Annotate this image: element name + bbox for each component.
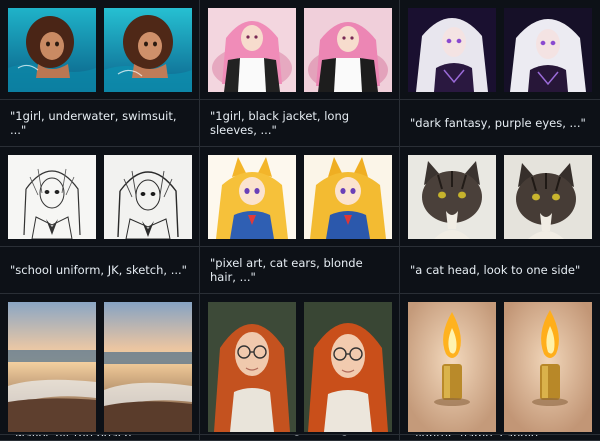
caption: "1girl, underwater, swimsuit, ..." [10,109,177,137]
underwater-girl-result-image[interactable] [104,8,192,92]
image-pair [0,0,200,100]
candle-flame-original-image[interactable] [408,302,496,432]
image-pair [400,0,600,100]
caption: "pixel art, cat ears, blonde hair, ..." [210,256,363,284]
redhead-glasses-original-image[interactable] [208,302,296,432]
caption: "waves hit the beach" [10,435,189,436]
comparison-cell-cat-head: "a cat head, look to one side" [400,147,600,294]
blonde-cat-ear-girl-result-image[interactable] [304,155,392,239]
caption: "a cat head, look to one side" [410,263,581,277]
image-pair [200,147,400,247]
sketch-girl-result-image[interactable] [104,155,192,239]
tabby-cat-original-image[interactable] [408,155,496,239]
pink-hair-girl-result-image[interactable] [304,8,392,92]
sketch-girl-original-image[interactable] [8,155,96,239]
caption: "school uniform, JK, sketch, ..." [10,263,187,277]
white-hair-girl-result-image[interactable] [504,8,592,92]
comparison-cell-underwater: "1girl, underwater, swimsuit, ..." [0,0,200,147]
caption: "1girl, black jacket, long sleeves, ..." [210,109,350,137]
comparison-cell-freckles: "freckles, orange hair, glasses, ..." [200,294,400,441]
beach-waves-original-image[interactable] [8,302,96,432]
comparison-cell-sketch: "school uniform, JK, sketch, ..." [0,147,200,294]
image-pair [200,0,400,100]
caption: "lighter, flame, candle" [410,435,590,436]
tabby-cat-result-image[interactable] [504,155,592,239]
image-pair [200,294,400,435]
blonde-cat-ear-girl-original-image[interactable] [208,155,296,239]
comparison-cell-black-jacket: "1girl, black jacket, long sleeves, ..." [200,0,400,147]
beach-waves-result-image[interactable] [104,302,192,432]
caption: "dark fantasy, purple eyes, ..." [410,116,586,130]
underwater-girl-original-image[interactable] [8,8,96,92]
comparison-cell-dark-fantasy: "dark fantasy, purple eyes, ..." [400,0,600,147]
image-pair [0,294,200,435]
candle-flame-result-image[interactable] [504,302,592,432]
caption: "freckles, orange hair, glasses, ..." [210,435,389,436]
image-comparison-grid: "1girl, underwater, swimsuit, ..." "1gir… [0,0,600,441]
redhead-glasses-result-image[interactable] [304,302,392,432]
white-hair-girl-original-image[interactable] [408,8,496,92]
image-pair [400,147,600,247]
comparison-cell-candle: "lighter, flame, candle" [400,294,600,441]
image-pair [400,294,600,435]
image-pair [0,147,200,247]
pink-hair-girl-original-image[interactable] [208,8,296,92]
comparison-cell-cat-ears: "pixel art, cat ears, blonde hair, ..." [200,147,400,294]
comparison-cell-beach: "waves hit the beach" [0,294,200,441]
